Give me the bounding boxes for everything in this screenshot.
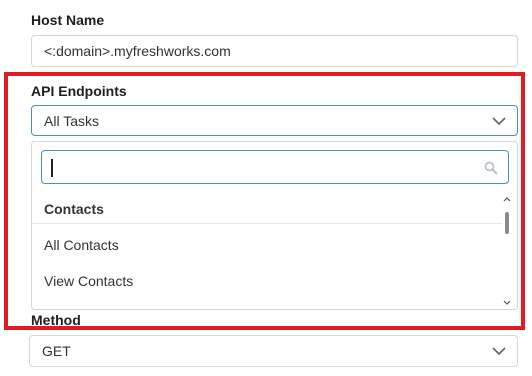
scroll-down-icon[interactable] [503,300,511,306]
chevron-down-icon [492,116,506,125]
dropdown-search-input[interactable] [41,150,509,184]
search-icon [484,161,498,175]
text-caret [51,159,53,177]
scrollbar-thumb[interactable] [505,212,509,234]
group-header-contacts: Contacts [44,201,104,217]
host-name-input[interactable]: <:domain>.myfreshworks.com [31,35,518,67]
divider [32,223,502,224]
scroll-up-icon[interactable] [503,196,511,202]
chevron-down-icon [492,347,506,356]
host-name-label: Host Name [31,12,105,28]
api-endpoints-selected: All Tasks [44,112,99,129]
method-selected: GET [42,343,71,359]
api-endpoints-select[interactable]: All Tasks [31,105,518,136]
option-all-contacts[interactable]: All Contacts [44,237,119,253]
method-select[interactable]: GET [29,335,518,367]
api-endpoints-dropdown: Contacts All Contacts View Contacts [31,141,518,310]
dropdown-scrollbar[interactable] [503,196,511,308]
method-label: Method [31,312,81,328]
option-view-contacts[interactable]: View Contacts [44,273,133,289]
api-endpoints-label: API Endpoints [31,83,127,99]
host-name-value: <:domain>.myfreshworks.com [44,43,231,59]
